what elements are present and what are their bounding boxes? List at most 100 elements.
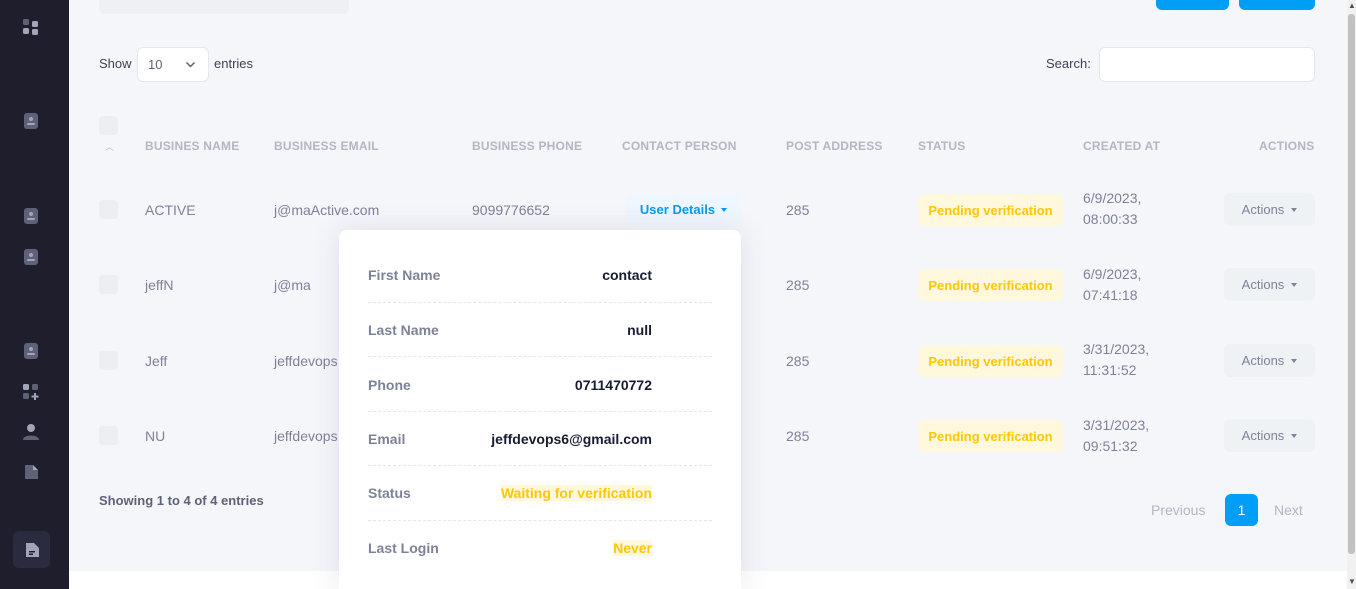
created-date: 3/31/2023, xyxy=(1083,341,1150,357)
contact-card-icon[interactable] xyxy=(22,342,40,360)
chevron-down-icon xyxy=(185,61,196,68)
row-checkbox[interactable] xyxy=(99,426,118,445)
actions-button[interactable]: Actions xyxy=(1224,268,1315,301)
entries-select[interactable]: 10 xyxy=(137,47,209,82)
popover-label: Status xyxy=(368,485,411,501)
caret-down-icon xyxy=(1291,283,1298,287)
user-details-popover: First Name contact Last Name null Phone … xyxy=(339,230,741,589)
post-address: 285 xyxy=(786,277,810,293)
actions-button[interactable]: Actions xyxy=(1224,344,1315,377)
status-badge: Pending verification xyxy=(918,269,1063,301)
caret-down-icon xyxy=(721,208,728,212)
actions-label: Actions xyxy=(1241,353,1285,368)
popover-label: Last Login xyxy=(368,540,439,556)
row-checkbox[interactable] xyxy=(99,275,118,294)
pagination-next[interactable]: Next xyxy=(1274,502,1303,518)
top-action-button[interactable] xyxy=(1239,0,1315,10)
row-checkbox[interactable] xyxy=(99,200,118,219)
document-active-icon[interactable] xyxy=(13,531,50,568)
created-date: 6/9/2023, xyxy=(1083,266,1142,282)
popover-row-first-name: First Name contact xyxy=(368,249,712,303)
contact-card-icon[interactable] xyxy=(22,248,40,266)
select-all-checkbox[interactable] xyxy=(99,116,118,135)
created-time: 09:51:32 xyxy=(1083,438,1138,454)
entries-value: 10 xyxy=(148,57,163,72)
user-icon[interactable] xyxy=(22,423,40,441)
entries-label: entries xyxy=(214,56,254,71)
actions-label: Actions xyxy=(1241,202,1285,217)
business-email: jeffdevops xyxy=(274,428,338,444)
business-phone: 9099776652 xyxy=(472,202,550,218)
created-date: 3/31/2023, xyxy=(1083,417,1150,433)
scroll-thumb[interactable] xyxy=(1348,14,1355,554)
post-address: 285 xyxy=(786,202,810,218)
scrollbar[interactable]: ▲ ▼ xyxy=(1347,0,1356,589)
popover-value: 0711470772 xyxy=(574,377,652,393)
status-badge: Pending verification xyxy=(918,420,1063,452)
status-badge: Pending verification xyxy=(918,345,1063,377)
user-details-label: User Details xyxy=(639,202,716,217)
column-header[interactable]: CONTACT PERSON xyxy=(622,139,737,153)
created-time: 11:31:52 xyxy=(1083,362,1137,378)
pagination-page[interactable]: 1 xyxy=(1225,494,1258,526)
created-date: 6/9/2023, xyxy=(1083,190,1142,206)
scroll-down-icon[interactable]: ▼ xyxy=(1348,577,1356,586)
business-email: jeffdevops xyxy=(274,353,338,369)
business-name: Jeff xyxy=(145,353,168,369)
status-badge: Pending verification xyxy=(918,194,1063,226)
document-icon[interactable] xyxy=(22,463,40,481)
business-email: j@maActive.com xyxy=(274,202,380,218)
post-address: 285 xyxy=(786,353,810,369)
row-checkbox[interactable] xyxy=(99,351,118,370)
top-action-button[interactable] xyxy=(1156,0,1229,10)
column-header[interactable]: BUSINESS PHONE xyxy=(472,139,582,153)
popover-label: Email xyxy=(368,431,406,447)
popover-row-last-login: Last Login Never xyxy=(368,521,712,575)
popover-row-status: Status Waiting for verification xyxy=(368,467,712,521)
show-label: Show xyxy=(99,56,132,71)
contact-card-icon[interactable] xyxy=(22,207,40,225)
column-header[interactable]: CREATED AT xyxy=(1083,139,1160,153)
business-email: j@ma xyxy=(274,277,311,293)
pagination-previous[interactable]: Previous xyxy=(1151,502,1205,518)
actions-button[interactable]: Actions xyxy=(1224,193,1315,226)
user-details-button[interactable]: User Details xyxy=(626,194,741,225)
business-name: jeffN xyxy=(145,277,174,293)
caret-down-icon xyxy=(1291,208,1298,212)
add-module-icon[interactable] xyxy=(22,383,40,401)
popover-label: First Name xyxy=(368,267,441,283)
sidebar xyxy=(0,0,69,589)
column-header[interactable]: POST ADDRESS xyxy=(786,139,883,153)
popover-value: null xyxy=(627,322,652,338)
top-search-field[interactable] xyxy=(99,0,349,14)
business-name: ACTIVE xyxy=(145,202,196,218)
column-header: ACTIONS xyxy=(1259,139,1315,153)
column-header[interactable]: STATUS xyxy=(918,139,965,153)
popover-label: Last Name xyxy=(368,322,439,338)
actions-button[interactable]: Actions xyxy=(1224,419,1315,452)
caret-down-icon xyxy=(1291,359,1298,363)
created-at: 3/31/2023, 09:51:32 xyxy=(1083,415,1149,457)
contact-card-icon[interactable] xyxy=(22,112,40,130)
popover-status-value: Waiting for verification xyxy=(500,485,652,501)
scroll-up-icon[interactable]: ▲ xyxy=(1348,1,1356,10)
actions-label: Actions xyxy=(1241,428,1285,443)
created-at: 6/9/2023, 07:41:18 xyxy=(1083,264,1141,306)
popover-label: Phone xyxy=(368,377,411,393)
search-label: Search: xyxy=(1046,56,1091,71)
column-header[interactable]: BUSINESS EMAIL xyxy=(274,139,379,153)
popover-value: contact xyxy=(602,267,652,283)
popover-value: jeffdevops6@gmail.com xyxy=(491,431,652,447)
search-input[interactable] xyxy=(1099,47,1315,82)
popover-last-login-value: Never xyxy=(613,540,652,556)
created-time: 08:00:33 xyxy=(1083,211,1138,227)
actions-label: Actions xyxy=(1241,277,1285,292)
caret-down-icon xyxy=(1291,434,1298,438)
popover-row-phone: Phone 0711470772 xyxy=(368,358,712,412)
created-time: 07:41:18 xyxy=(1083,287,1138,303)
column-header[interactable]: BUSINES NAME xyxy=(145,139,239,153)
sort-ascending-icon[interactable]: ︿ xyxy=(105,140,114,153)
business-name: NU xyxy=(145,428,166,444)
dashboard-icon[interactable] xyxy=(22,18,40,36)
showing-info: Showing 1 to 4 of 4 entries xyxy=(99,493,264,508)
